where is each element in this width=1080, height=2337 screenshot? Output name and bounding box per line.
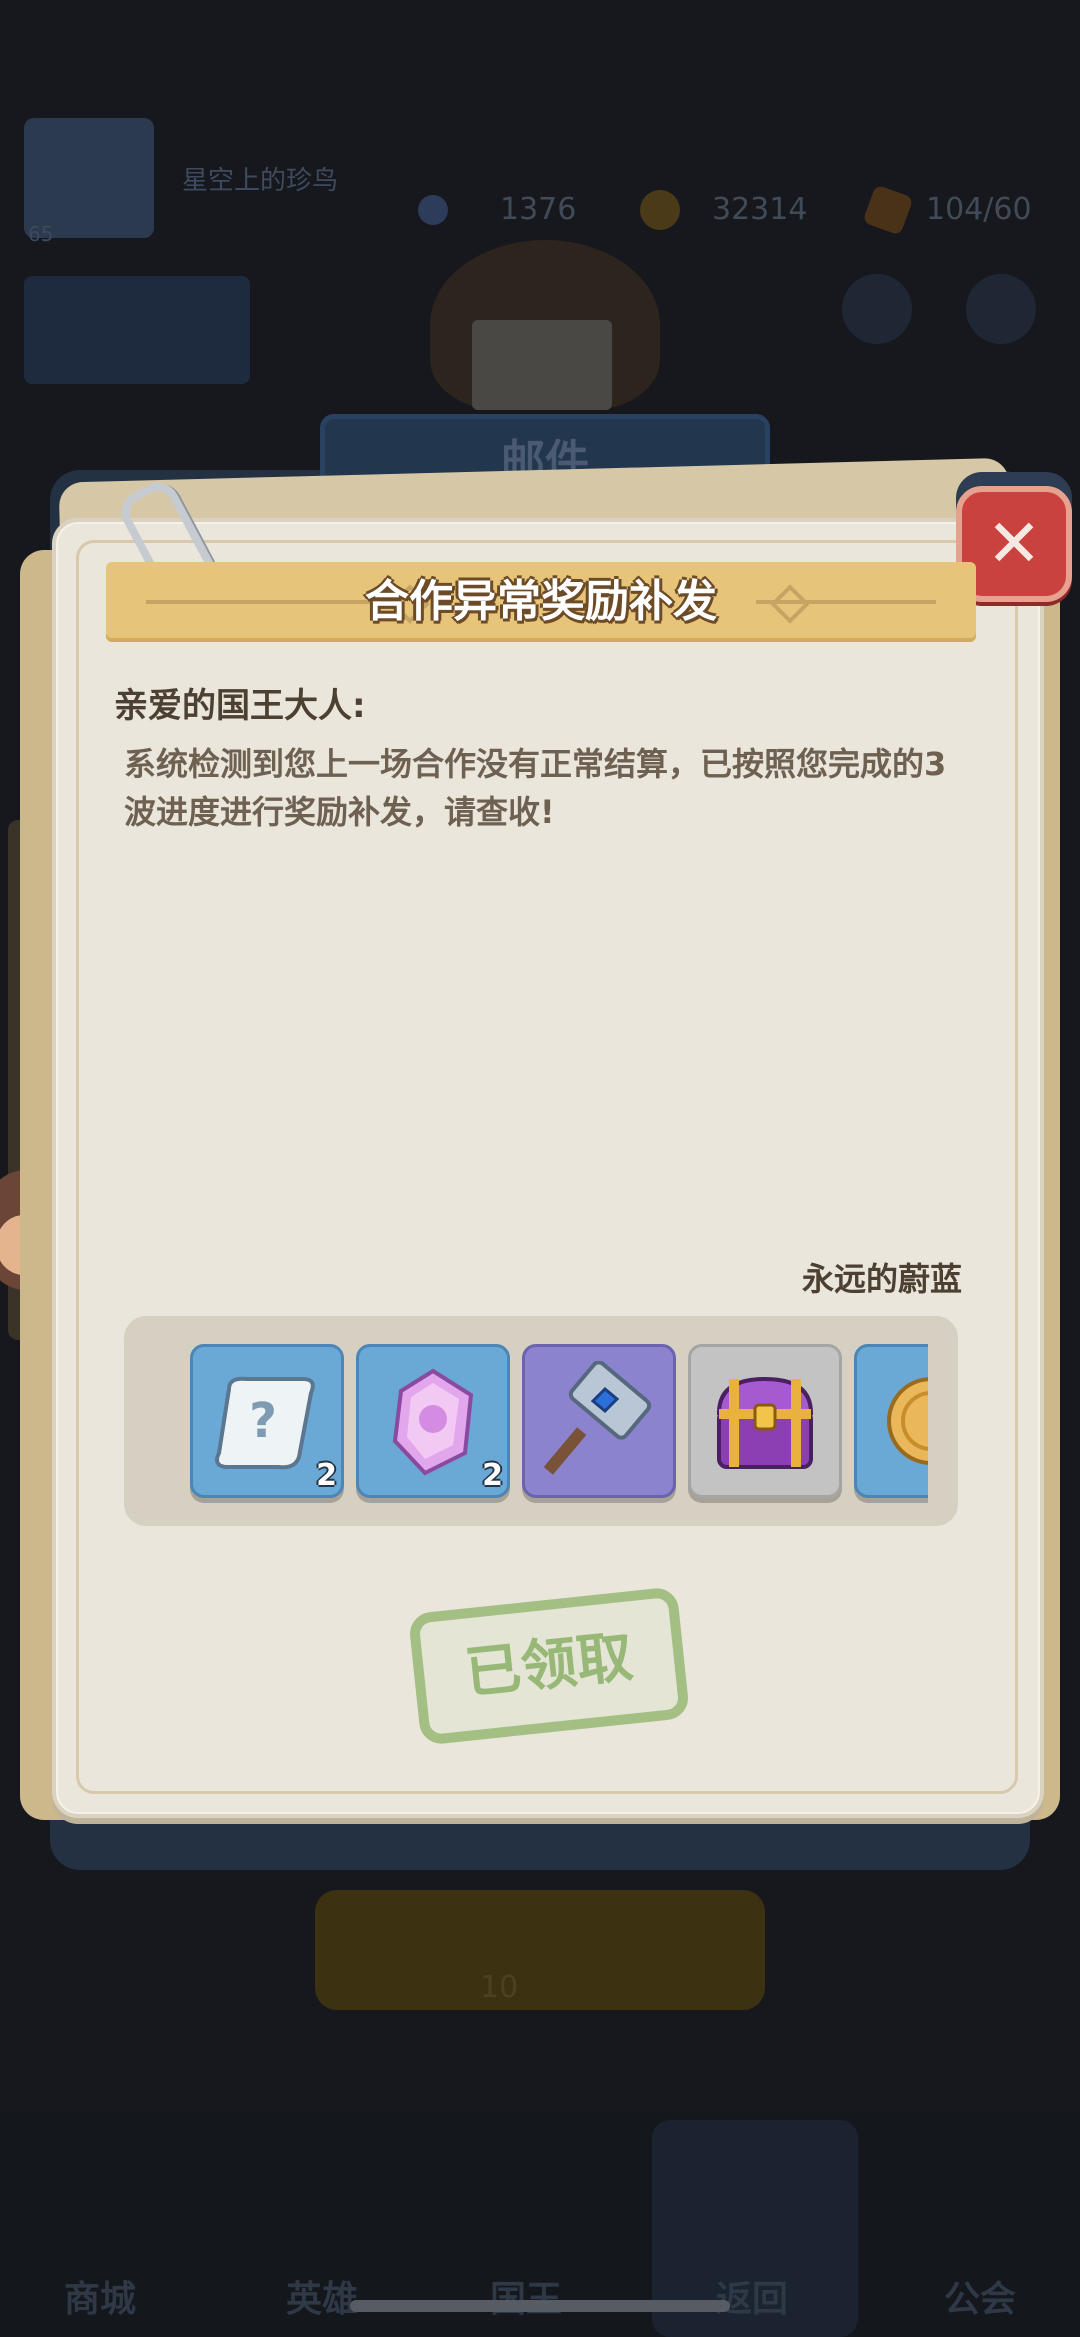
bg-action-button xyxy=(315,1890,765,2010)
reward-item-crystal[interactable]: 2 xyxy=(356,1344,510,1498)
reward-items[interactable]: ? 2 2 xyxy=(190,1344,928,1504)
bg-menu-icon xyxy=(842,274,912,344)
bg-action-text: 10 xyxy=(480,1970,519,2005)
stamina-count: 104/60 xyxy=(926,192,1032,227)
nav-item-guild: 公会 xyxy=(944,2279,1017,2320)
gold-count: 32314 xyxy=(712,192,808,227)
treasure-chest-icon xyxy=(716,1376,814,1469)
mail-body: 系统检测到您上一场合作没有正常结算，已按照您完成的3波进度进行奖励补发，请查收! xyxy=(124,745,947,831)
letter-icon xyxy=(472,320,612,410)
claimed-stamp: 已领取 xyxy=(407,1586,691,1746)
close-icon: ✕ xyxy=(986,505,1042,582)
event-banner xyxy=(24,276,250,384)
reward-item-scroll[interactable]: ? 2 xyxy=(190,1344,344,1498)
stamina-icon xyxy=(862,184,914,236)
mail-signature: 永远的蔚蓝 xyxy=(801,1260,962,1298)
mail-title-ribbon: 合作异常奖励补发 xyxy=(106,562,976,642)
reward-strip[interactable]: ? 2 2 xyxy=(124,1316,958,1526)
home-indicator xyxy=(350,2300,730,2312)
mail-title: 合作异常奖励补发 xyxy=(365,576,717,627)
nav-item-heroes: 英雄 xyxy=(286,2279,359,2320)
pink-crystal-icon xyxy=(392,1368,474,1476)
gem-count: 1376 xyxy=(500,192,577,227)
reward-count: 2 xyxy=(316,1458,337,1493)
player-name: 星空上的珍鸟 xyxy=(182,166,339,196)
player-level: 65 xyxy=(28,222,54,246)
player-avatar xyxy=(24,118,154,238)
reward-count: 2 xyxy=(482,1458,503,1493)
mail-greeting: 亲爱的国王大人: xyxy=(114,686,366,726)
nav-item-king: 国王 xyxy=(490,2270,562,2322)
reward-item-chest[interactable] xyxy=(688,1344,842,1498)
nav-item-back: 返回 xyxy=(716,2279,789,2320)
svg-text:?: ? xyxy=(249,1393,277,1449)
crystal-hammer-icon xyxy=(543,1361,652,1475)
reward-item-coin[interactable] xyxy=(854,1344,928,1498)
gold-icon xyxy=(640,190,680,230)
mystery-scroll-icon: ? xyxy=(215,1376,315,1470)
bg-settings-icon xyxy=(966,274,1036,344)
reward-item-hammer[interactable] xyxy=(522,1344,676,1498)
nav-item-shop: 商城 xyxy=(64,2279,137,2320)
gem-icon xyxy=(418,195,448,225)
gold-coin-icon xyxy=(887,1377,928,1465)
